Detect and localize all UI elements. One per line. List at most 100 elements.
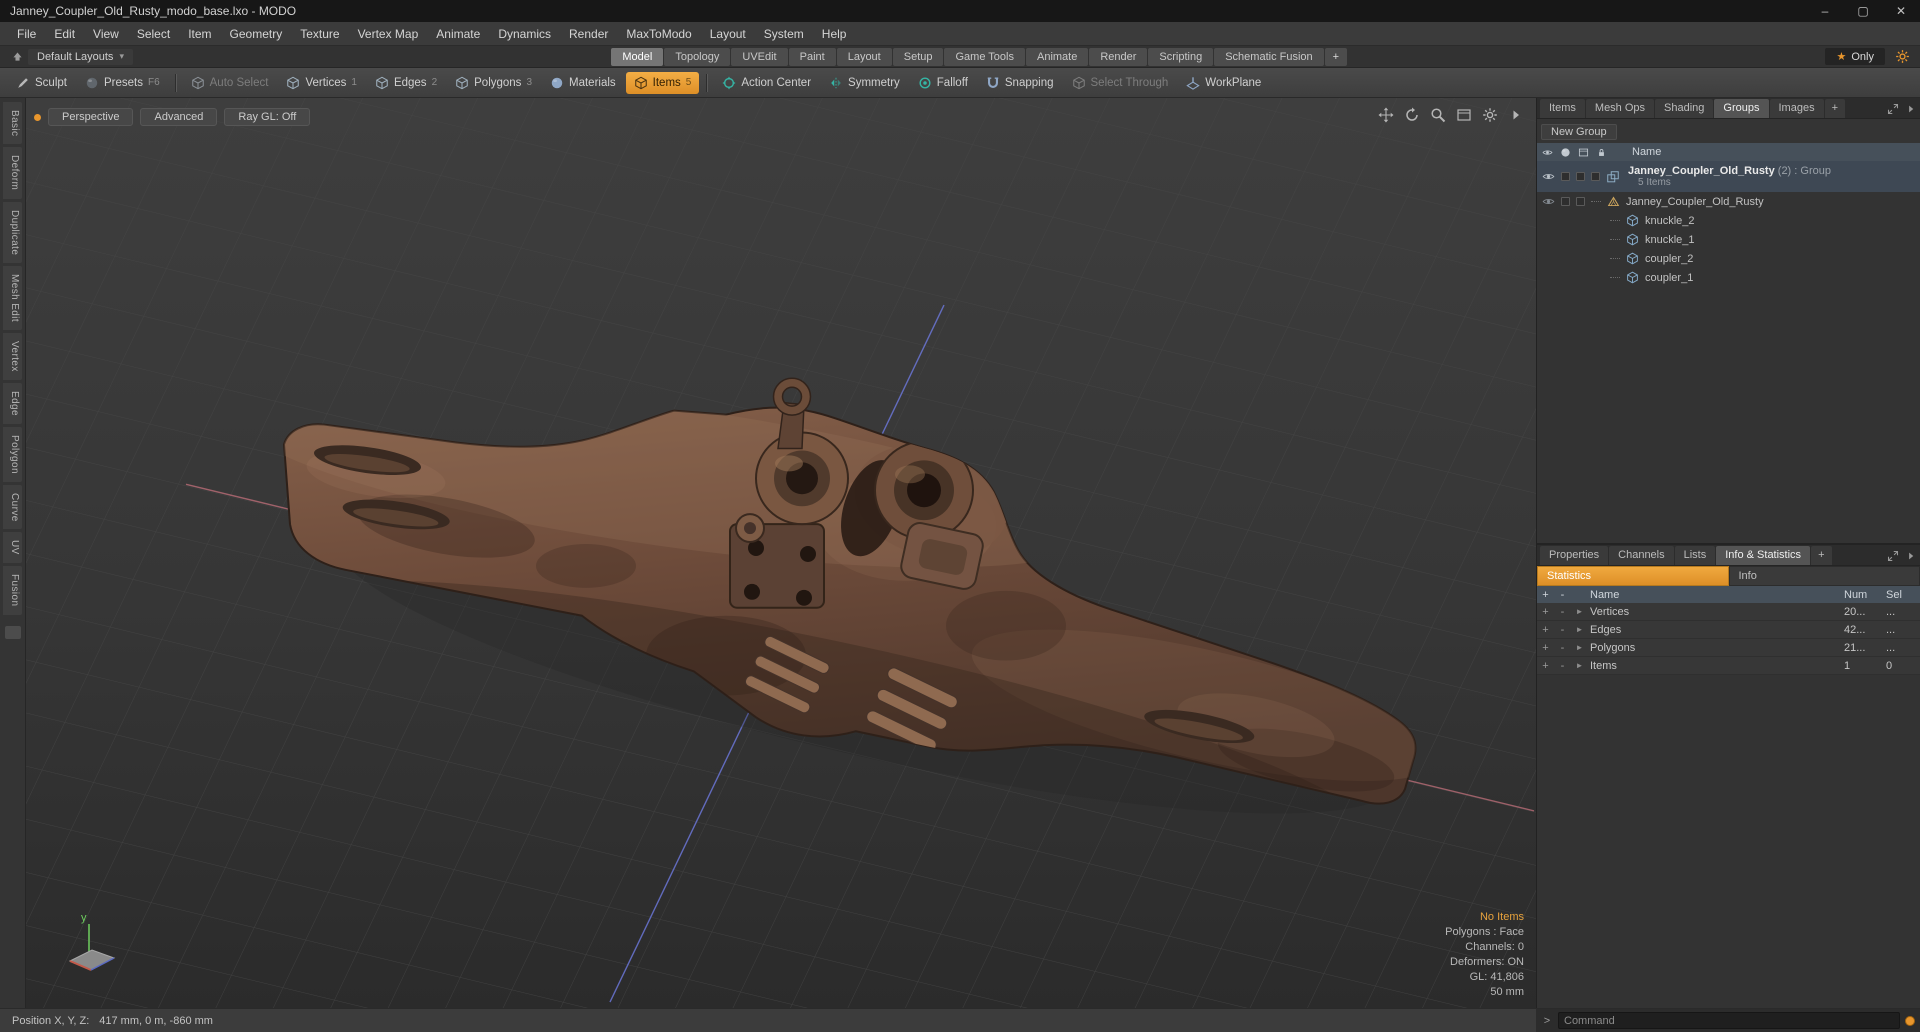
menu-edit[interactable]: Edit <box>45 23 84 45</box>
command-input[interactable] <box>1558 1012 1900 1029</box>
group-checkbox-1[interactable] <box>1561 172 1570 181</box>
add-layout-tab-button[interactable]: + <box>1324 47 1348 66</box>
panel-menu-icon[interactable] <box>1905 550 1917 562</box>
eye-icon[interactable] <box>1542 170 1555 183</box>
panel-menu-icon[interactable] <box>1905 103 1917 115</box>
add-panel-tab-button[interactable]: + <box>1824 99 1846 118</box>
side-tab-fusion[interactable]: Fusion <box>3 566 22 615</box>
stats-row-polygons[interactable]: + - ► Polygons 21... ... <box>1537 639 1920 657</box>
select-through-button[interactable]: Select Through <box>1064 72 1177 94</box>
mesh-checkbox-1[interactable] <box>1561 197 1570 206</box>
expand-button[interactable]: + <box>1537 624 1554 636</box>
action-center-button[interactable]: Action Center <box>714 72 819 94</box>
side-tab-curve[interactable]: Curve <box>3 484 22 530</box>
tab-paint[interactable]: Paint <box>788 47 836 66</box>
maximize-button[interactable]: ▢ <box>1844 0 1882 22</box>
group-checkbox-3[interactable] <box>1591 172 1600 181</box>
tab-render[interactable]: Render <box>1089 47 1148 66</box>
new-group-button[interactable]: New Group <box>1541 124 1617 140</box>
tab-game-tools[interactable]: Game Tools <box>944 47 1025 66</box>
row-arrow-icon[interactable]: ► <box>1571 625 1588 634</box>
advanced-button[interactable]: Advanced <box>140 108 218 126</box>
tab-channels[interactable]: Channels <box>1609 546 1674 565</box>
panel-handle[interactable] <box>4 625 21 639</box>
pan-icon[interactable] <box>1378 107 1394 123</box>
menu-help[interactable]: Help <box>813 23 856 45</box>
tree-row-knuckle-1[interactable]: knuckle_1 <box>1537 230 1920 249</box>
expand-button[interactable]: + <box>1537 660 1554 672</box>
perspective-button[interactable]: Perspective <box>48 108 134 126</box>
menu-geometry[interactable]: Geometry <box>221 23 292 45</box>
orbit-icon[interactable] <box>1404 107 1420 123</box>
sculpt-button[interactable]: Sculpt <box>8 72 75 94</box>
tab-model[interactable]: Model <box>611 47 664 66</box>
side-tab-uv[interactable]: UV <box>3 532 22 564</box>
viewport-more-icon[interactable] <box>1508 107 1524 123</box>
menu-view[interactable]: View <box>84 23 128 45</box>
tab-shading[interactable]: Shading <box>1655 99 1714 118</box>
menu-animate[interactable]: Animate <box>427 23 489 45</box>
row-arrow-icon[interactable]: ► <box>1571 661 1588 670</box>
materials-mode-button[interactable]: Materials <box>542 72 624 94</box>
tab-setup[interactable]: Setup <box>892 47 944 66</box>
snapping-button[interactable]: Snapping <box>978 72 1062 94</box>
menu-layout[interactable]: Layout <box>701 23 755 45</box>
menu-render[interactable]: Render <box>560 23 617 45</box>
collapse-button[interactable]: - <box>1554 624 1571 636</box>
collapse-button[interactable]: - <box>1554 660 1571 672</box>
side-tab-basic[interactable]: Basic <box>3 102 22 145</box>
tab-images[interactable]: Images <box>1769 99 1824 118</box>
stats-row-edges[interactable]: + - ► Edges 42... ... <box>1537 621 1920 639</box>
3d-viewport[interactable]: Perspective Advanced Ray GL: Off No Item… <box>26 98 1536 1008</box>
panel-expand-icon[interactable] <box>1887 550 1899 562</box>
row-arrow-icon[interactable]: ► <box>1571 607 1588 616</box>
items-mode-button[interactable]: Items 5 <box>625 71 700 94</box>
layouts-home-icon[interactable] <box>6 50 28 63</box>
vertices-mode-button[interactable]: Vertices 1 <box>278 72 364 94</box>
menu-file[interactable]: File <box>8 23 45 45</box>
default-layouts-dropdown[interactable]: Default Layouts ▾ <box>28 48 133 65</box>
tab-layout[interactable]: Layout <box>836 47 892 66</box>
tab-scripting[interactable]: Scripting <box>1148 47 1214 66</box>
side-tab-vertex[interactable]: Vertex <box>3 333 22 380</box>
group-row[interactable]: Janney_Coupler_Old_Rusty (2) : Group 5 I… <box>1537 161 1920 192</box>
tab-mesh-ops[interactable]: Mesh Ops <box>1585 99 1655 118</box>
menu-vertex-map[interactable]: Vertex Map <box>349 23 428 45</box>
menu-select[interactable]: Select <box>128 23 179 45</box>
raygl-button[interactable]: Ray GL: Off <box>224 108 311 126</box>
side-tab-deform[interactable]: Deform <box>3 147 22 199</box>
only-button[interactable]: ★ Only <box>1825 48 1885 65</box>
tab-info-statistics[interactable]: Info & Statistics <box>1716 546 1811 565</box>
tab-lists[interactable]: Lists <box>1674 546 1716 565</box>
menu-system[interactable]: System <box>755 23 813 45</box>
minimize-button[interactable]: – <box>1806 0 1844 22</box>
side-tab-polygon[interactable]: Polygon <box>3 426 22 482</box>
side-tab-edge[interactable]: Edge <box>3 382 22 424</box>
presets-button[interactable]: Presets F6 <box>77 72 168 94</box>
expand-button[interactable]: + <box>1537 642 1554 654</box>
tab-topology[interactable]: Topology <box>664 47 731 66</box>
mesh-checkbox-2[interactable] <box>1576 197 1585 206</box>
tree-row-coupler-2[interactable]: coupler_2 <box>1537 249 1920 268</box>
stats-row-vertices[interactable]: + - ► Vertices 20... ... <box>1537 603 1920 621</box>
sub-tab-statistics[interactable]: Statistics <box>1537 566 1729 586</box>
tab-animate[interactable]: Animate <box>1025 47 1089 66</box>
settings-gear-icon[interactable] <box>1895 49 1910 64</box>
collapse-button[interactable]: - <box>1554 606 1571 618</box>
command-history-icon[interactable] <box>1905 1015 1915 1026</box>
symmetry-button[interactable]: Symmetry <box>821 72 908 94</box>
tab-properties[interactable]: Properties <box>1540 546 1609 565</box>
edges-mode-button[interactable]: Edges 2 <box>367 72 445 94</box>
menu-dynamics[interactable]: Dynamics <box>489 23 560 45</box>
add-panel-tab-button[interactable]: + <box>1811 546 1832 565</box>
tree-row-mesh[interactable]: Janney_Coupler_Old_Rusty <box>1537 192 1920 211</box>
tab-groups[interactable]: Groups <box>1714 99 1769 118</box>
close-button[interactable]: ✕ <box>1882 0 1920 22</box>
tab-schematic-fusion[interactable]: Schematic Fusion <box>1214 47 1324 66</box>
menu-maxtomodo[interactable]: MaxToModo <box>617 23 700 45</box>
sub-tab-info[interactable]: Info <box>1728 566 1920 586</box>
maximize-viewport-icon[interactable] <box>1456 107 1472 123</box>
collapse-button[interactable]: - <box>1554 642 1571 654</box>
falloff-button[interactable]: Falloff <box>910 72 976 94</box>
tab-uvedit[interactable]: UVEdit <box>731 47 788 66</box>
